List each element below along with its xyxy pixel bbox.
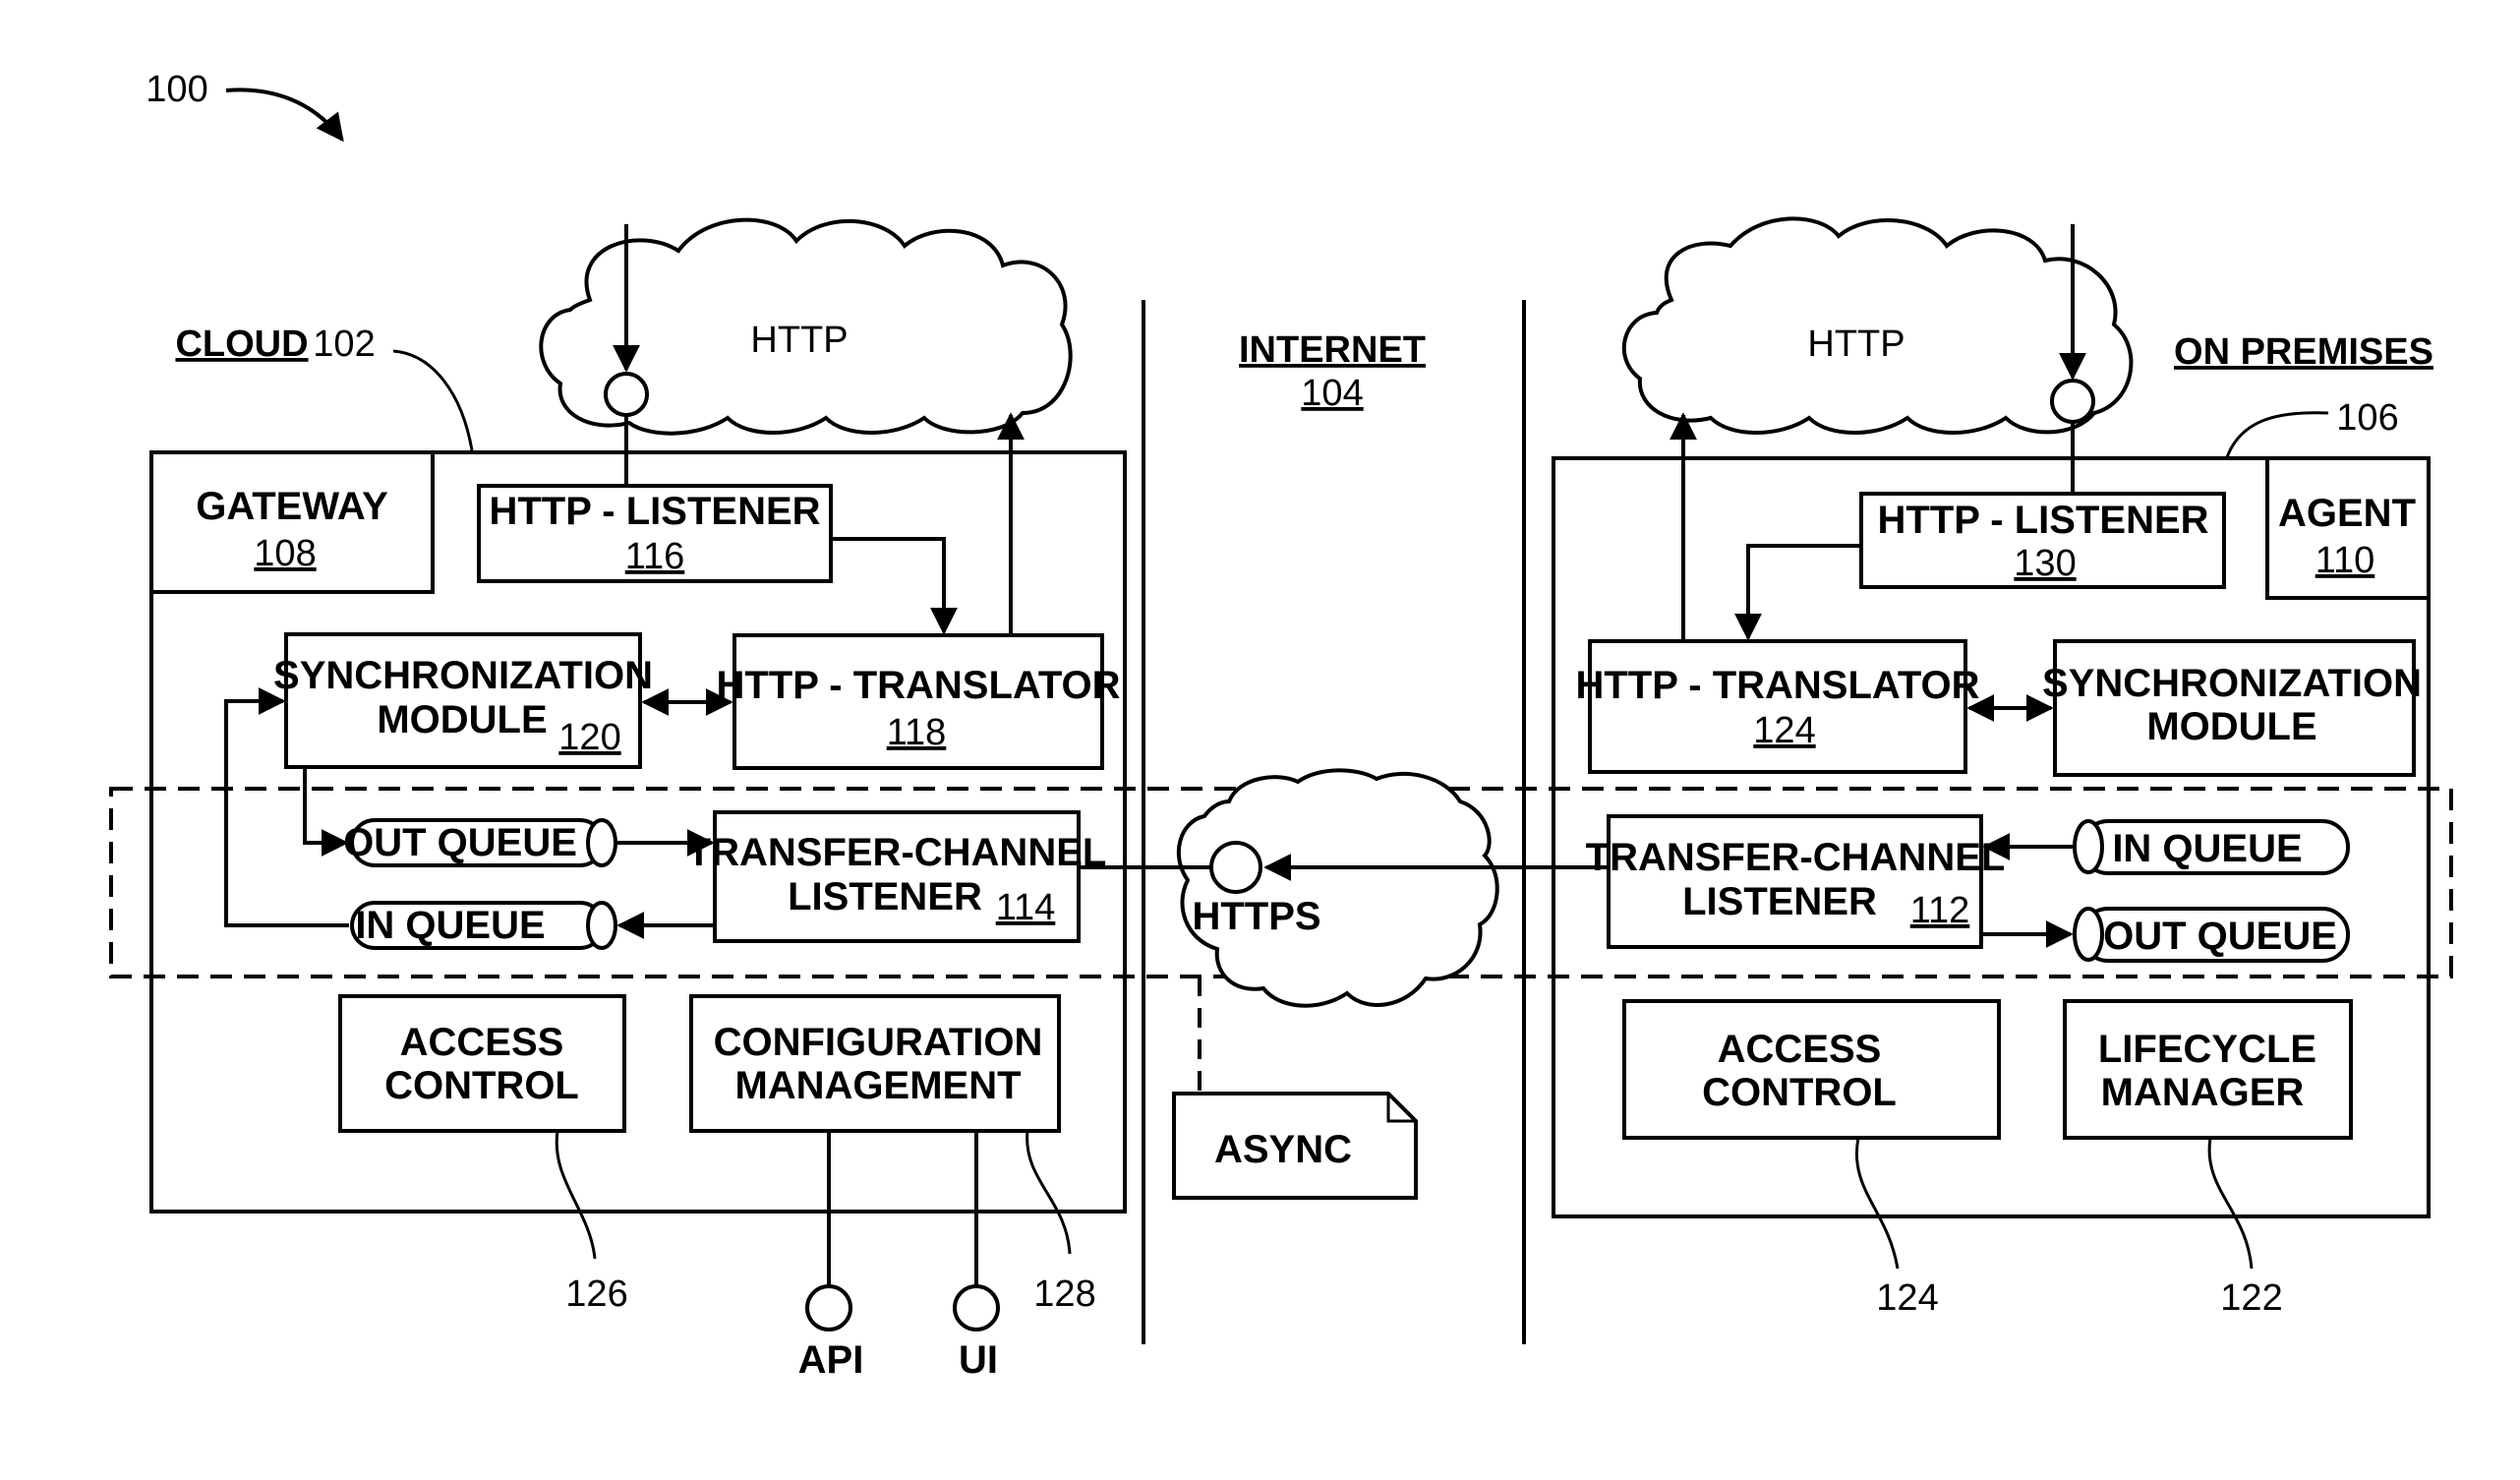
architecture-diagram: 100 CLOUD 102 INTERNET 104 ON PREMISES 1… xyxy=(109,69,2453,1382)
http-endpoint-left xyxy=(604,372,649,417)
access-control-126-line2: CONTROL xyxy=(384,1064,579,1107)
out-queue-right[interactable]: OUT QUEUE xyxy=(2073,907,2350,963)
https-label: HTTPS xyxy=(1192,895,1320,938)
async-label: ASYNC xyxy=(1214,1128,1352,1171)
http-cloud-left-label: HTTP xyxy=(750,320,848,361)
transfer-listener-114-line2: LISTENER xyxy=(788,875,982,918)
http-translator-118-ref: 118 xyxy=(887,712,947,753)
sync-to-outqueue-arrow xyxy=(303,767,349,857)
transfer-listener-112-line1: TRANSFER-CHANNEL xyxy=(1586,836,2006,879)
listener-to-translator-arrow xyxy=(831,537,958,635)
out-queue-right-label: OUT QUEUE xyxy=(2103,915,2337,958)
http-listener-130-label: HTTP - LISTENER xyxy=(1877,499,2208,542)
access-control-124-ref: 124 xyxy=(1876,1277,1938,1319)
config-mgmt-128-line1: CONFIGURATION xyxy=(714,1021,1043,1064)
transfer-listener-114-ref: 114 xyxy=(996,887,1056,928)
in-queue-left[interactable]: IN QUEUE xyxy=(350,901,617,950)
in-queue-right-label: IN QUEUE xyxy=(2112,827,2302,870)
access-control-124-line1: ACCESS xyxy=(1718,1028,1882,1071)
zone-internet-ref: 104 xyxy=(1301,373,1363,414)
zone-onprem-leader xyxy=(2225,411,2329,458)
zone-cloud-ref: 102 xyxy=(313,324,375,365)
access-control-126-line1: ACCESS xyxy=(400,1021,564,1064)
ui-endpoint[interactable] xyxy=(953,1284,1000,1332)
zone-internet-label: INTERNET xyxy=(1239,329,1426,371)
zone-cloud-label: CLOUD xyxy=(175,324,308,365)
sync-module-120-line2: MODULE xyxy=(377,698,547,741)
https-endpoint xyxy=(1209,841,1262,894)
sync-module-right-line2: MODULE xyxy=(2146,705,2316,748)
access-control-124-leader xyxy=(1855,1137,1900,1270)
http-listener-130-ref: 130 xyxy=(2014,543,2076,584)
transfer-listener-112-line2: LISTENER xyxy=(1682,880,1877,923)
zone-onprem-ref: 106 xyxy=(2336,397,2398,439)
http-listener-116-label: HTTP - LISTENER xyxy=(489,490,820,533)
access-control-124-line2: CONTROL xyxy=(1702,1071,1897,1114)
lifecycle-manager-122-leader xyxy=(2207,1137,2254,1270)
sync-module-120-line1: SYNCHRONIZATION xyxy=(273,654,653,697)
http-listener-116-ref: 116 xyxy=(625,536,685,577)
out-queue-left[interactable]: OUT QUEUE xyxy=(343,818,617,867)
http-cloud-right-label: HTTP xyxy=(1807,324,1905,365)
sync-module-right-line1: SYNCHRONIZATION xyxy=(2042,662,2422,705)
lifecycle-manager-122-line1: LIFECYCLE xyxy=(2098,1028,2316,1071)
access-control-126-leader xyxy=(555,1130,597,1260)
http-translator-124-ref: 124 xyxy=(1753,710,1815,751)
access-control-126-ref: 126 xyxy=(565,1273,627,1315)
sync-module-120-ref: 120 xyxy=(558,717,620,758)
in-queue-left-label: IN QUEUE xyxy=(355,904,545,947)
http-endpoint-right xyxy=(2050,379,2095,424)
figure-ref-arrow xyxy=(225,88,344,143)
http-translator-118-label: HTTP - TRANSLATOR xyxy=(716,664,1120,707)
agent-label: AGENT xyxy=(2278,492,2416,535)
out-queue-left-label: OUT QUEUE xyxy=(343,821,577,864)
lifecycle-manager-122-line2: MANAGER xyxy=(2101,1071,2305,1114)
gateway-label: GATEWAY xyxy=(196,485,388,528)
figure-ref: 100 xyxy=(146,69,207,110)
zone-onprem-label: ON PREMISES xyxy=(2174,331,2433,373)
listener130-to-translator-arrow xyxy=(1734,544,1861,641)
config-mgmt-128-ref: 128 xyxy=(1033,1273,1095,1315)
api-endpoint[interactable] xyxy=(805,1284,852,1332)
in-queue-right[interactable]: IN QUEUE xyxy=(2073,819,2350,875)
config-mgmt-128-leader xyxy=(1026,1130,1072,1255)
lifecycle-manager-122-ref: 122 xyxy=(2220,1277,2282,1319)
gateway-ref: 108 xyxy=(254,533,316,574)
ui-label: UI xyxy=(959,1338,998,1382)
zone-cloud-leader xyxy=(392,349,474,451)
http-translator-124-label: HTTP - TRANSLATOR xyxy=(1575,664,1979,707)
agent-ref: 110 xyxy=(2315,540,2375,581)
api-label: API xyxy=(798,1338,864,1382)
config-mgmt-128-line2: MANAGEMENT xyxy=(734,1064,1021,1107)
transfer-listener-114-line1: TRANSFER-CHANNEL xyxy=(687,831,1107,874)
transfer-listener-112-ref: 112 xyxy=(1910,890,1970,931)
